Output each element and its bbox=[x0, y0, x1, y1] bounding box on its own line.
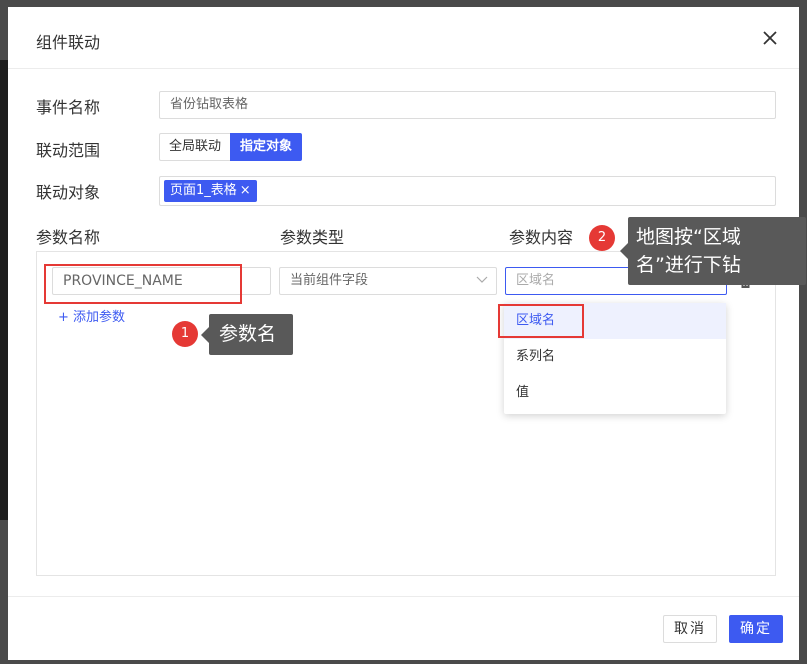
annotation-callout-2: 地图按“区域 名”进行下钻 bbox=[620, 217, 806, 285]
target-tag-label: 页面1_表格 bbox=[170, 183, 237, 198]
dialog-title: 组件联动 bbox=[36, 33, 101, 52]
target-label: 联动对象 bbox=[36, 183, 101, 202]
param-name-input[interactable]: PROVINCE_NAME bbox=[52, 267, 271, 295]
target-tag-input[interactable]: 页面1_表格 × bbox=[159, 176, 776, 206]
scope-label: 联动范围 bbox=[36, 141, 101, 160]
param-name-header: 参数名称 bbox=[36, 228, 101, 247]
target-tag: 页面1_表格 × bbox=[164, 180, 257, 202]
param-type-select[interactable]: 当前组件字段 bbox=[279, 267, 497, 295]
callout-1-text: 参数名 bbox=[219, 323, 277, 345]
scope-specific-option[interactable]: 指定对象 bbox=[230, 133, 303, 161]
scope-segmented-control: 全局联动 指定对象 bbox=[159, 133, 303, 161]
annotation-callout-1: 参数名 bbox=[201, 314, 293, 355]
tag-remove-icon[interactable]: × bbox=[240, 180, 251, 202]
event-name-label: 事件名称 bbox=[36, 98, 101, 117]
cancel-button[interactable]: 取消 bbox=[663, 615, 717, 643]
backdrop bbox=[0, 60, 8, 520]
param-content-header: 参数内容 bbox=[509, 228, 574, 247]
param-content-placeholder: 区域名 bbox=[516, 273, 556, 288]
event-name-input[interactable]: 省份钻取表格 bbox=[159, 91, 776, 119]
dropdown-option-series[interactable]: 系列名 bbox=[504, 339, 726, 375]
param-content-dropdown: 区域名 系列名 值 bbox=[504, 303, 726, 414]
footer-divider bbox=[8, 596, 799, 597]
chevron-down-icon bbox=[476, 276, 488, 283]
dropdown-option-value[interactable]: 值 bbox=[504, 375, 726, 411]
linkage-dialog: 组件联动 事件名称 省份钻取表格 联动范围 全局联动 指定对象 联动对象 页面1… bbox=[8, 7, 806, 660]
close-icon[interactable] bbox=[759, 27, 781, 49]
scope-global-option[interactable]: 全局联动 bbox=[159, 133, 231, 161]
annotation-badge-2: 2 bbox=[589, 225, 615, 251]
ok-button[interactable]: 确定 bbox=[729, 615, 783, 643]
callout-2-line2: 名”进行下钻 bbox=[636, 254, 741, 276]
callout-2-line1: 地图按“区域 bbox=[636, 226, 741, 248]
dropdown-option-region[interactable]: 区域名 bbox=[504, 303, 726, 339]
dialog-header: 组件联动 bbox=[8, 7, 799, 69]
add-param-button[interactable]: + 添加参数 bbox=[58, 306, 125, 325]
param-type-header: 参数类型 bbox=[280, 228, 345, 247]
annotation-badge-1: 1 bbox=[172, 321, 198, 347]
param-type-value: 当前组件字段 bbox=[290, 273, 369, 288]
